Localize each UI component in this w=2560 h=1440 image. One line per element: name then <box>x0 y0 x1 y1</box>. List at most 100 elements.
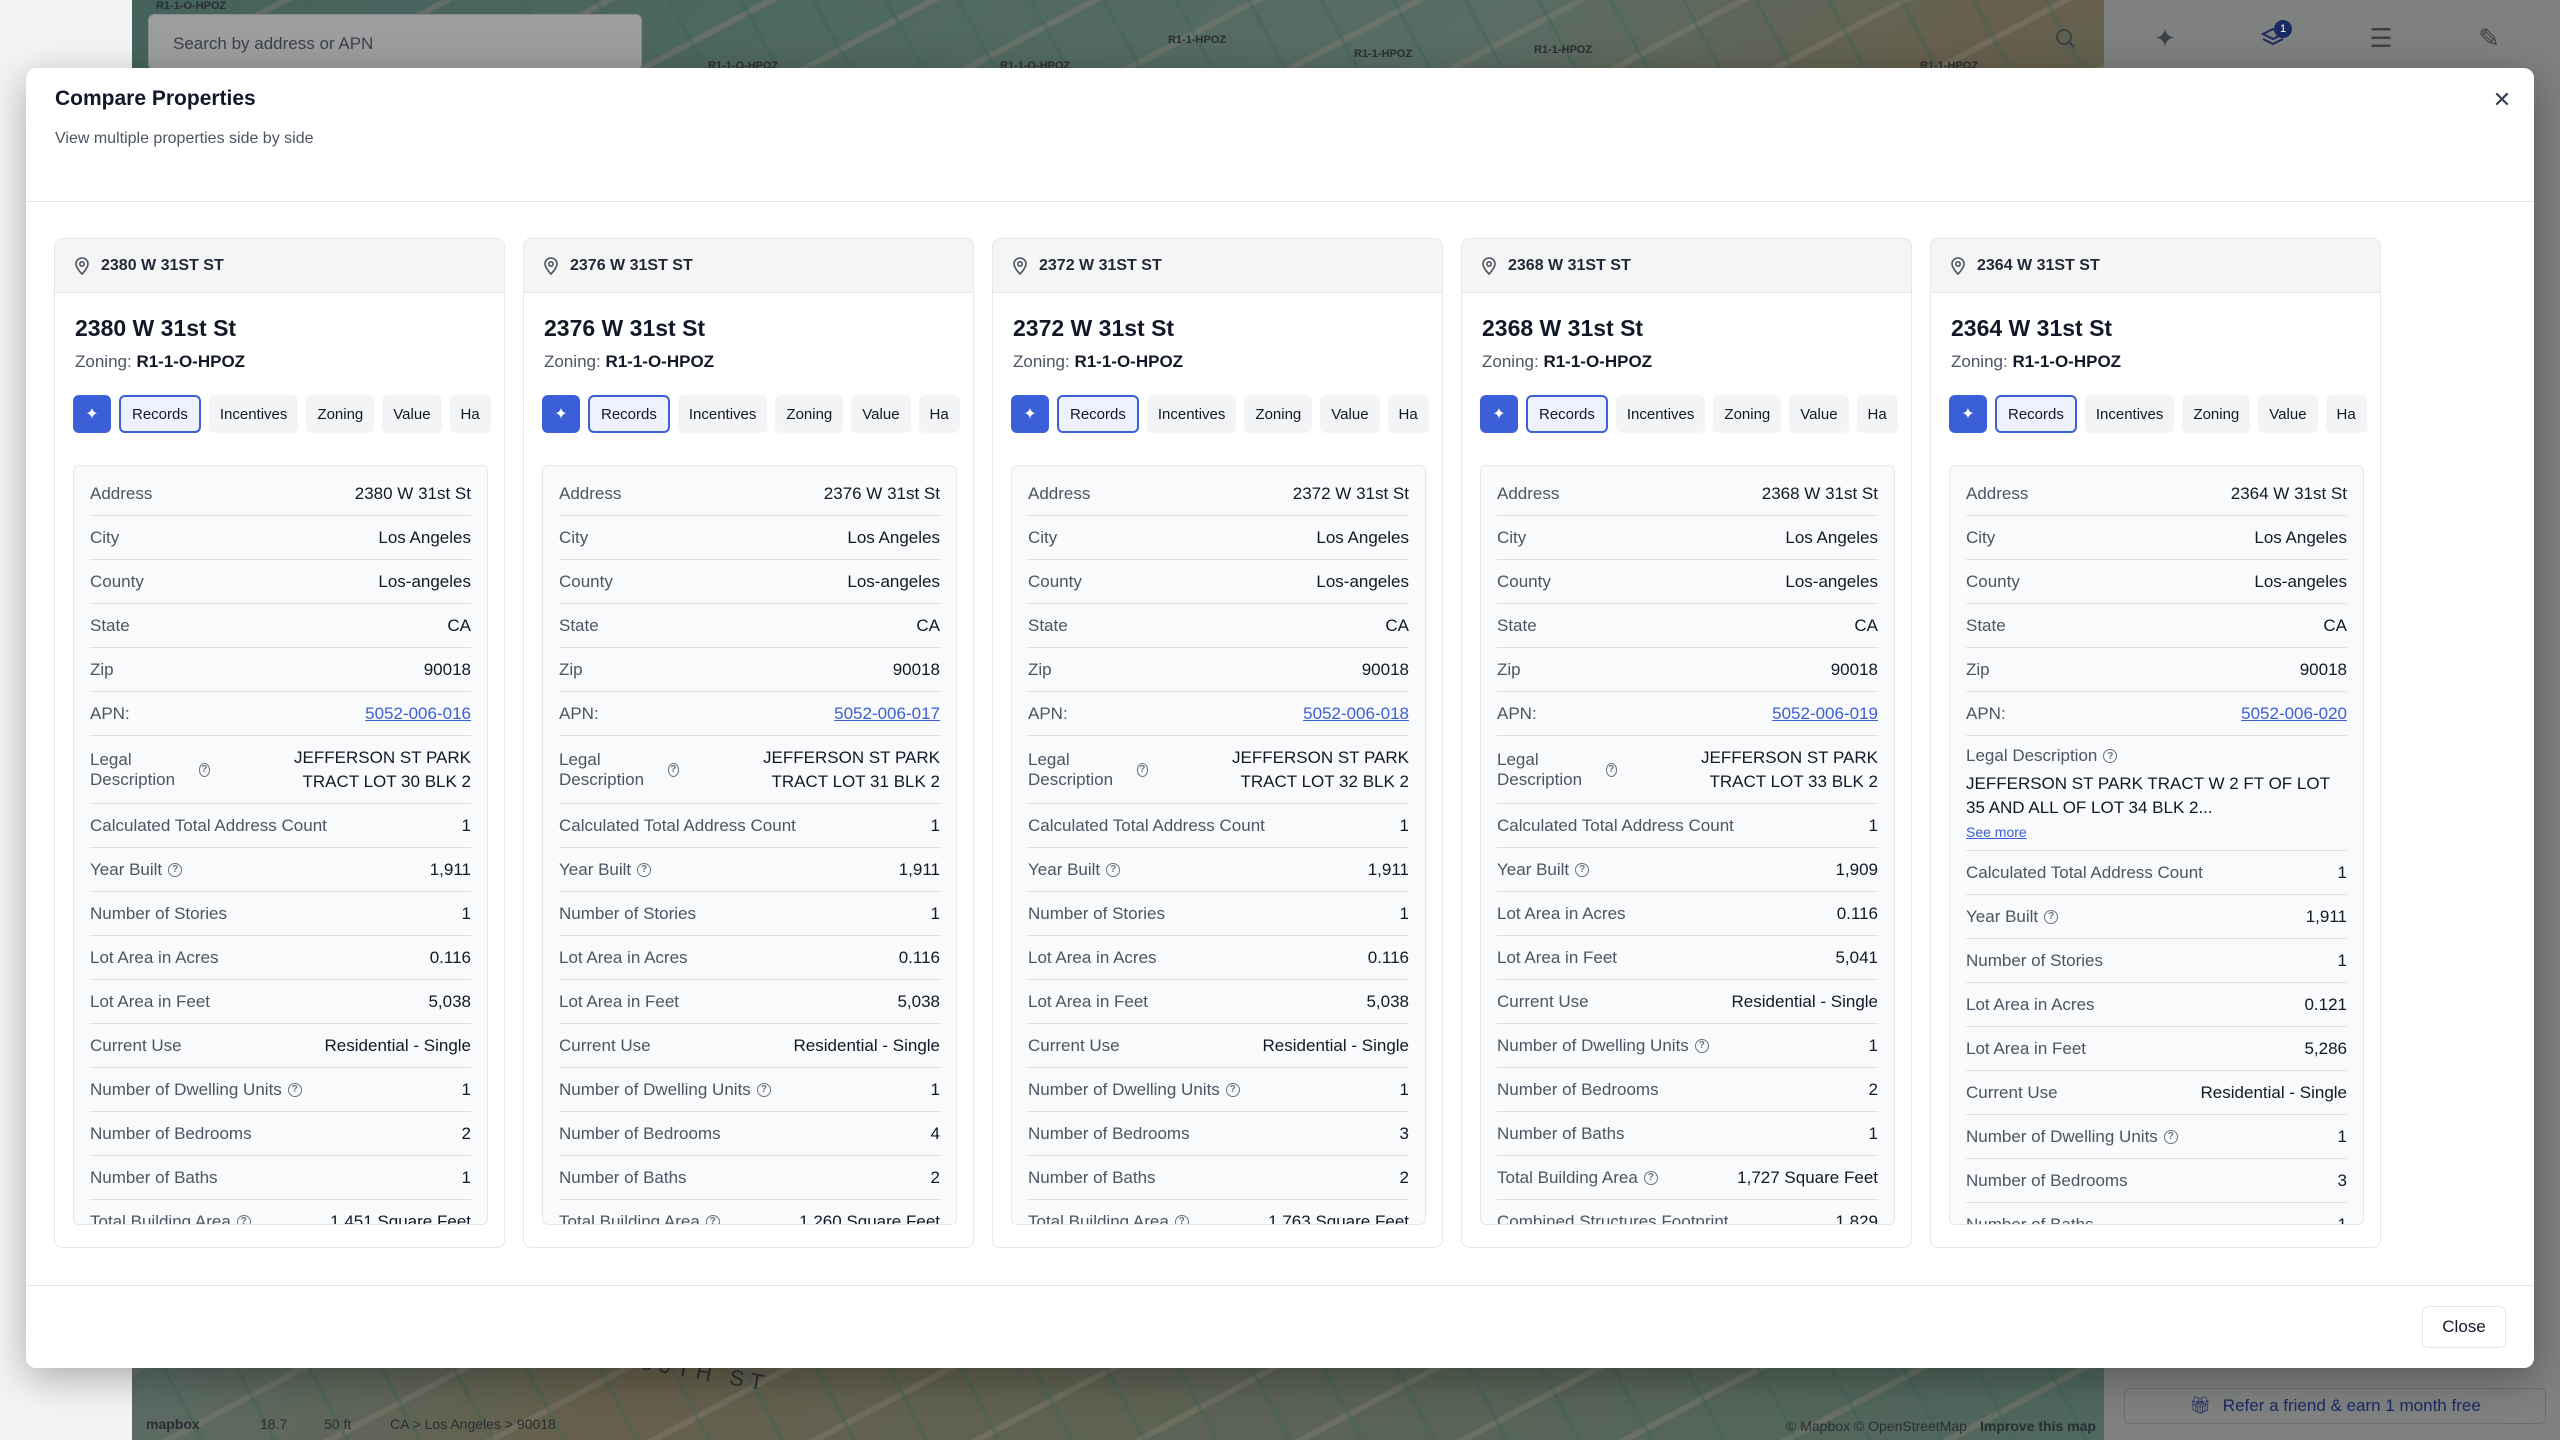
see-more-link[interactable]: See more <box>1966 824 2027 840</box>
tab-ha[interactable]: Ha <box>449 395 491 433</box>
info-icon[interactable]: ? <box>2044 909 2059 924</box>
apn-link[interactable]: 5052-006-019 <box>1772 704 1878 724</box>
record-label-wrap: Lot Area in Acres <box>1966 995 2095 1015</box>
tab-ha[interactable]: Ha <box>2325 395 2367 433</box>
tab-records[interactable]: Records <box>1057 395 1139 433</box>
record-row: Year Built? 1,911 <box>559 848 940 892</box>
location-pin-icon <box>1013 256 1027 275</box>
info-icon[interactable]: ? <box>1605 762 1617 777</box>
apn-link[interactable]: 5052-006-016 <box>365 704 471 724</box>
draw-icon[interactable]: ✎ <box>2464 18 2514 58</box>
record-row: Number of Dwelling Units? 1 <box>1028 1068 1409 1112</box>
ai-sparkle-button[interactable]: ✦ <box>1011 395 1049 433</box>
info-icon[interactable]: ? <box>236 1214 251 1224</box>
tab-value[interactable]: Value <box>1789 395 1849 433</box>
ai-sparkle-button[interactable]: ✦ <box>542 395 580 433</box>
record-row: Total Building Area? 1,260 Square Feet <box>559 1200 940 1224</box>
info-icon[interactable]: ? <box>2163 1129 2178 1144</box>
apn-link[interactable]: 5052-006-018 <box>1303 704 1409 724</box>
tab-zoning[interactable]: Zoning <box>2182 395 2251 433</box>
apn-link[interactable]: 5052-006-020 <box>2241 704 2347 724</box>
record-value: 90018 <box>892 659 940 679</box>
record-value: 1,451 Square Feet <box>330 1211 471 1225</box>
record-value: 1,911 <box>429 859 471 879</box>
improve-map-link[interactable]: Improve this map <box>1980 1418 2096 1434</box>
tab-zoning[interactable]: Zoning <box>1713 395 1782 433</box>
tab-zoning[interactable]: Zoning <box>1244 395 1313 433</box>
info-icon[interactable]: ? <box>2103 749 2118 763</box>
tab-value[interactable]: Value <box>1320 395 1380 433</box>
info-icon[interactable]: ? <box>168 862 183 877</box>
record-label: Number of Bedrooms <box>1028 1123 1190 1143</box>
property-card: 2368 W 31ST ST 2368 W 31st St Zoning: R1-1… <box>1461 238 1912 1248</box>
record-label: County <box>1497 571 1551 591</box>
record-label-wrap: Number of Stories <box>559 904 696 924</box>
tab-value[interactable]: Value <box>851 395 911 433</box>
record-label: Number of Dwelling Units <box>1028 1079 1220 1099</box>
record-row: Number of Stories 1 <box>90 892 471 936</box>
tab-records[interactable]: Records <box>1995 395 2077 433</box>
info-icon[interactable]: ? <box>1643 1170 1658 1185</box>
record-row: Lot Area in Acres 0.116 <box>559 936 940 980</box>
record-row: Number of Bedrooms 2 <box>1497 1068 1878 1112</box>
record-label-wrap: State <box>90 616 130 636</box>
property-title: 2364 W 31st St <box>1951 315 2113 341</box>
close-icon[interactable]: ✕ <box>2486 84 2518 116</box>
property-card-header: 2372 W 31ST ST <box>993 239 1442 293</box>
refer-friend-button[interactable]: 🎁︎ Refer a friend & earn 1 month free <box>2124 1388 2546 1424</box>
info-icon[interactable]: ? <box>1694 1038 1709 1053</box>
ai-sparkle-button[interactable]: ✦ <box>1949 395 1987 433</box>
record-value: 2 <box>1868 1079 1878 1099</box>
card-header-address: 2376 W 31ST ST <box>570 256 693 274</box>
record-label-wrap: State <box>1966 616 2006 636</box>
record-label: Legal Description <box>90 749 176 789</box>
record-label-wrap: Legal Description? <box>90 750 210 790</box>
info-icon[interactable]: ? <box>705 1214 720 1224</box>
tab-incentives[interactable]: Incentives <box>1615 395 1706 433</box>
tab-records[interactable]: Records <box>119 395 201 433</box>
sparkles-icon[interactable]: ✦ <box>2140 18 2190 58</box>
tab-records[interactable]: Records <box>1526 395 1608 433</box>
tab-zoning[interactable]: Zoning <box>306 395 375 433</box>
info-icon[interactable]: ? <box>637 862 652 877</box>
record-value: 1,909 <box>1835 859 1878 879</box>
ai-sparkle-button[interactable]: ✦ <box>73 395 111 433</box>
tab-ha[interactable]: Ha <box>918 395 960 433</box>
info-icon[interactable]: ? <box>287 1082 302 1097</box>
zoning-code: R1-1-O-HPOZ <box>136 352 246 371</box>
info-icon[interactable]: ? <box>756 1082 771 1097</box>
record-row: County Los-angeles <box>90 560 471 604</box>
record-label: Lot Area in Feet <box>1966 1038 2087 1058</box>
record-value: CA <box>1385 615 1409 635</box>
info-icon[interactable]: ? <box>1136 762 1148 777</box>
info-icon[interactable]: ? <box>1225 1082 1240 1097</box>
search-bar[interactable]: Search by address or APN <box>148 14 642 70</box>
record-row: City Los Angeles <box>1966 516 2347 560</box>
info-icon[interactable]: ? <box>1174 1214 1189 1224</box>
ai-sparkle-button[interactable]: ✦ <box>1480 395 1518 433</box>
tab-ha[interactable]: Ha <box>1387 395 1429 433</box>
tab-incentives[interactable]: Incentives <box>2084 395 2175 433</box>
tab-ha[interactable]: Ha <box>1856 395 1898 433</box>
info-icon[interactable]: ? <box>1106 862 1121 877</box>
tab-incentives[interactable]: Incentives <box>1146 395 1237 433</box>
tab-value[interactable]: Value <box>382 395 442 433</box>
tab-value[interactable]: Value <box>2258 395 2318 433</box>
info-icon[interactable]: ? <box>1575 862 1590 877</box>
record-label: APN: <box>559 703 599 723</box>
filters-icon[interactable]: ☰ <box>2356 18 2406 58</box>
record-label-wrap: Legal Description? <box>1497 750 1617 790</box>
info-icon[interactable]: ? <box>667 762 679 777</box>
info-icon[interactable]: ? <box>198 762 210 777</box>
record-label: Calculated Total Address Count <box>559 815 796 835</box>
tab-incentives[interactable]: Incentives <box>208 395 299 433</box>
record-label: County <box>1028 571 1082 591</box>
tab-zoning[interactable]: Zoning <box>775 395 844 433</box>
record-label: Calculated Total Address Count <box>1966 862 2203 882</box>
apn-link[interactable]: 5052-006-017 <box>834 704 940 724</box>
record-row: Legal Description? JEFFERSON ST PARK TRAC… <box>1966 736 2347 851</box>
tab-records[interactable]: Records <box>588 395 670 433</box>
close-button[interactable]: Close <box>2422 1306 2506 1348</box>
tab-incentives[interactable]: Incentives <box>677 395 768 433</box>
map-search-icon[interactable] <box>2040 18 2090 58</box>
